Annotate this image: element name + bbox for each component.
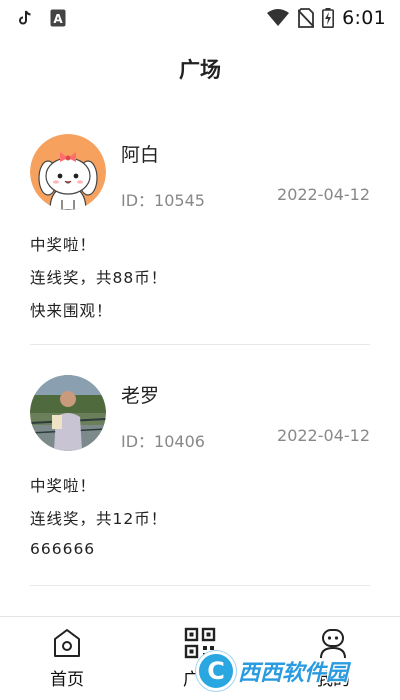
watermark-text: 西西软件园 — [238, 661, 349, 686]
status-left: A — [18, 9, 66, 27]
nav-item-home[interactable]: 首页 — [7, 617, 127, 700]
post-message-line: 连线奖，共12币！ — [30, 510, 168, 528]
watermark: C 西西软件园 — [196, 651, 396, 691]
post-card[interactable]: 阿白 ID：10545 2022-04-12 中奖啦！ 连线奖，共88币！ 快来… — [30, 112, 370, 353]
svg-text:A: A — [53, 12, 63, 26]
post-message-line: 中奖啦！ — [30, 477, 97, 495]
page-title: 广场 — [179, 58, 221, 82]
tiktok-icon — [18, 10, 32, 26]
cartoon-bunny-avatar[interactable] — [30, 134, 106, 210]
post-username: 阿白 — [121, 144, 160, 166]
watermark-logo-icon: C — [196, 651, 236, 691]
status-time: 6:01 — [342, 7, 386, 29]
status-right: 6:01 — [266, 7, 386, 29]
post-user-id: ID：10545 — [121, 191, 205, 210]
photo-person-avatar[interactable] — [30, 375, 106, 451]
post-divider — [30, 344, 370, 345]
post-message-line: 中奖啦！ — [30, 236, 97, 254]
post-date: 2022-04-12 — [277, 426, 370, 445]
post-message-line: 快来围观！ — [30, 302, 113, 320]
home-icon — [52, 627, 82, 659]
battery-charging-icon — [322, 8, 335, 28]
app-screen: A 6:01 广场 阿白 ID：10545 2022-04-12 中奖啦！ 连线… — [0, 0, 400, 700]
post-divider — [30, 585, 370, 586]
post-user-id: ID：10406 — [121, 432, 205, 451]
post-message-line: 666666 — [30, 540, 96, 558]
post-feed[interactable]: 阿白 ID：10545 2022-04-12 中奖啦！ 连线奖，共88币！ 快来… — [30, 112, 370, 594]
nav-label-home: 首页 — [50, 670, 84, 690]
post-username: 老罗 — [121, 385, 160, 407]
status-bar: A 6:01 — [0, 0, 400, 36]
post-message-line: 连线奖，共88币！ — [30, 269, 168, 287]
no-sim-icon — [298, 8, 315, 28]
post-date: 2022-04-12 — [277, 185, 370, 204]
post-card[interactable]: 老罗 ID：10406 2022-04-12 中奖啦！ 连线奖，共12币！ 66… — [30, 353, 370, 594]
translate-a-icon: A — [50, 9, 66, 27]
wifi-icon — [266, 9, 290, 27]
